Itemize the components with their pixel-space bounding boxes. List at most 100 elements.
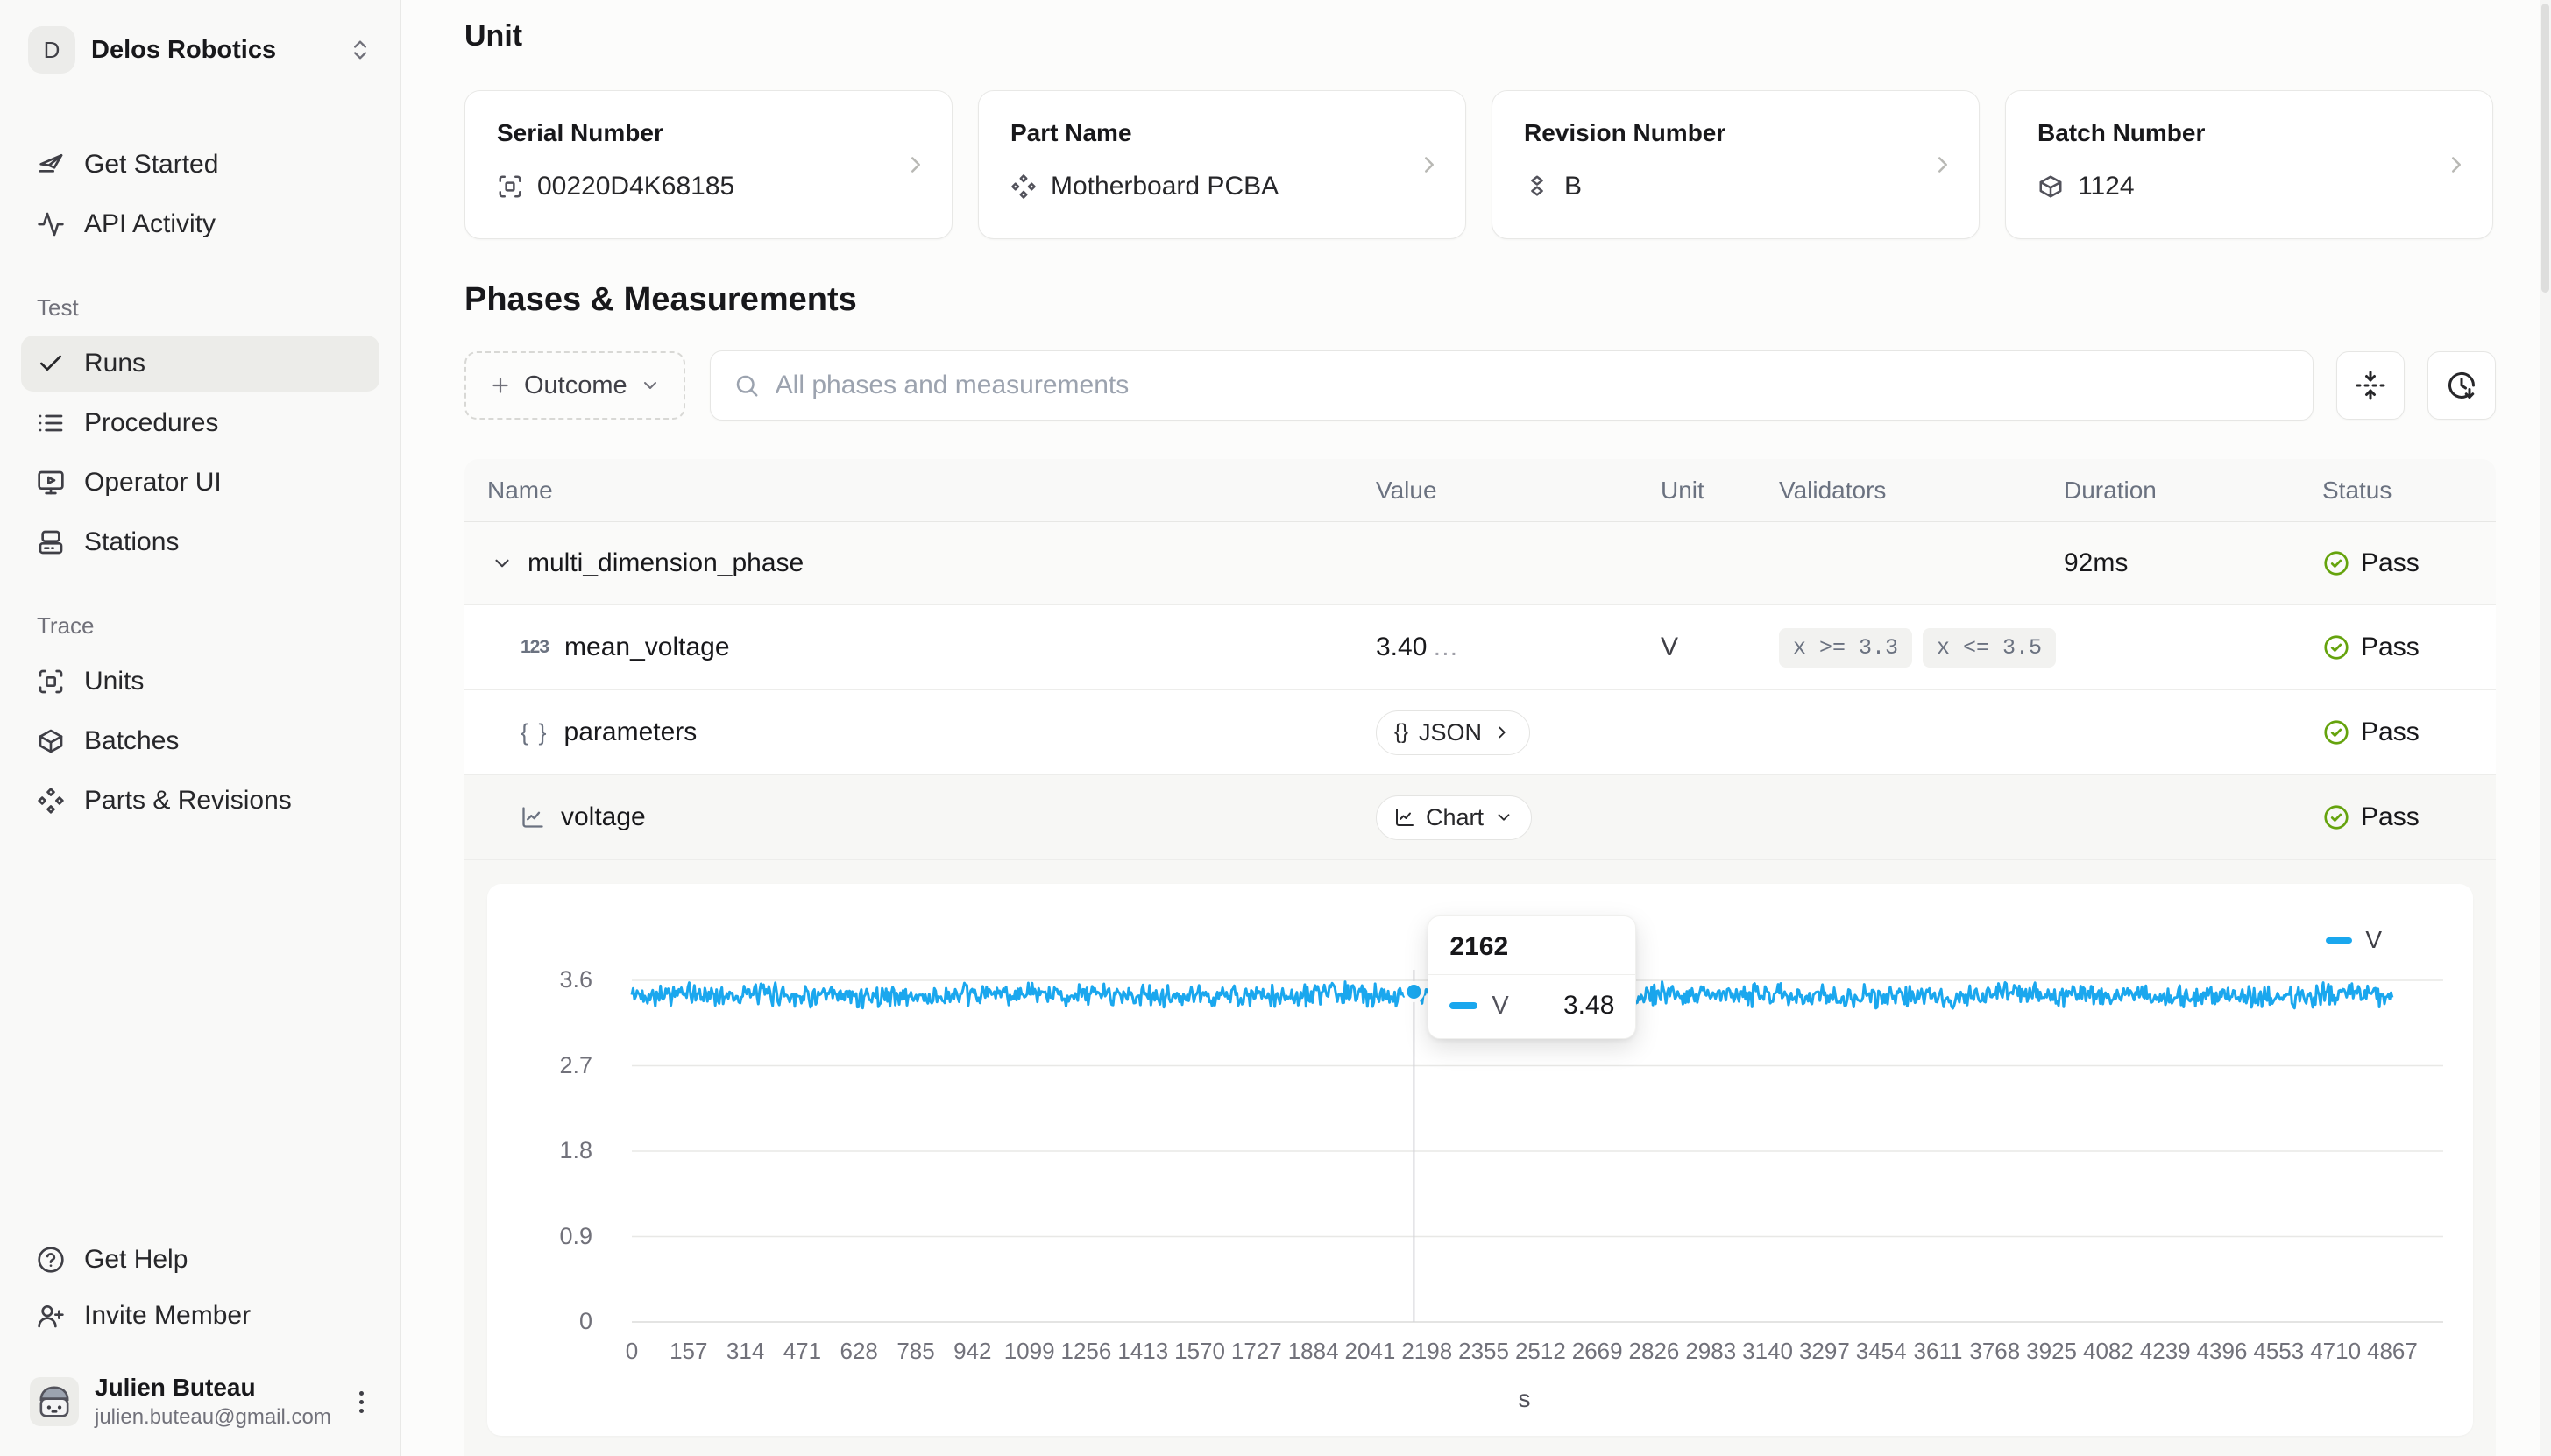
- x-tick-label: 1570: [1174, 1338, 1225, 1365]
- revision-icon: [1524, 173, 1550, 200]
- scrollbar-thumb[interactable]: [2541, 4, 2549, 293]
- sidebar-item-invite-member[interactable]: Invite Member: [21, 1288, 379, 1344]
- card-serial-number[interactable]: Serial Number 00220D4K68185: [464, 90, 953, 239]
- x-tick-label: 4082: [2083, 1338, 2134, 1365]
- sidebar-item-label: Get Started: [84, 150, 218, 180]
- clock-arrow-down-icon: [2446, 370, 2477, 401]
- card-batch-number[interactable]: Batch Number 1124: [2005, 90, 2493, 239]
- collapse-all-button[interactable]: [2336, 351, 2405, 420]
- plus-icon: [489, 374, 512, 397]
- table-row-multi-dimension-phase[interactable]: multi_dimension_phase 92ms Pass: [464, 522, 2496, 605]
- parts-icon: [37, 787, 65, 815]
- duration-value: 92ms: [2064, 548, 2322, 578]
- sidebar-item-label: Parts & Revisions: [84, 786, 292, 816]
- sidebar-item-batches[interactable]: Batches: [21, 713, 379, 769]
- user-menu[interactable]: Julien Buteau julien.buteau@gmail.com: [21, 1374, 379, 1430]
- sidebar-item-api-activity[interactable]: API Activity: [21, 196, 379, 252]
- measurement-value: 3.40: [1376, 633, 1427, 661]
- tooltip-x-value: 2162: [1428, 916, 1635, 975]
- chevron-right-icon: [1492, 723, 1512, 742]
- phase-name: multi_dimension_phase: [528, 548, 804, 578]
- org-switcher[interactable]: D Delos Robotics: [21, 26, 379, 74]
- card-value-text: 1124: [2078, 172, 2135, 201]
- card-title: Part Name: [1010, 119, 1434, 147]
- avatar: [30, 1377, 79, 1426]
- fold-vertical-icon: [2355, 370, 2386, 401]
- sidebar-item-operator-ui[interactable]: Operator UI: [21, 455, 379, 511]
- card-title: Revision Number: [1524, 119, 1947, 147]
- search-input[interactable]: [776, 371, 2290, 400]
- circle-check-icon: [2322, 633, 2350, 661]
- pill-label: JSON: [1419, 719, 1482, 746]
- sidebar-item-procedures[interactable]: Procedures: [21, 395, 379, 451]
- tooltip-series-swatch: [1449, 1002, 1477, 1009]
- sidebar-item-label: Batches: [84, 726, 179, 756]
- unit-value: V: [1661, 633, 1779, 662]
- card-title: Serial Number: [497, 119, 920, 147]
- monitor-play-icon: [37, 469, 65, 497]
- outcome-filter-button[interactable]: Outcome: [464, 351, 685, 420]
- chart-legend: V: [2326, 926, 2382, 954]
- circle-check-icon: [2322, 718, 2350, 746]
- measurement-name: mean_voltage: [564, 633, 729, 662]
- scan-icon: [37, 668, 65, 696]
- x-tick-label: 0: [626, 1338, 638, 1365]
- numeric-measurement-icon: 123: [521, 637, 549, 658]
- main-content: Unit Serial Number 00220D4K68185 Part Na…: [402, 0, 2551, 1456]
- outcome-filter-label: Outcome: [524, 371, 627, 400]
- page-title: Unit: [464, 19, 2497, 53]
- card-value-text: 00220D4K68185: [537, 172, 734, 201]
- user-meta: Julien Buteau julien.buteau@gmail.com: [95, 1374, 331, 1430]
- sidebar-item-get-started[interactable]: Get Started: [21, 137, 379, 193]
- x-tick-label: 628: [840, 1338, 878, 1365]
- x-axis-title: s: [1519, 1385, 1531, 1413]
- chart-pill-button[interactable]: Chart: [1376, 795, 1532, 840]
- sidebar-item-label: Units: [84, 667, 144, 696]
- kebab-menu-icon[interactable]: [352, 1384, 371, 1420]
- card-revision-number[interactable]: Revision Number B: [1492, 90, 1980, 239]
- x-tick-label: 2355: [1458, 1338, 1509, 1365]
- table-row-parameters[interactable]: { } parameters {} JSON Pass: [464, 690, 2496, 775]
- history-button[interactable]: [2427, 351, 2496, 420]
- braces-icon: { }: [521, 719, 549, 746]
- sidebar-item-stations[interactable]: Stations: [21, 514, 379, 570]
- status-badge: Pass: [2361, 802, 2420, 832]
- sidebar-item-units[interactable]: Units: [21, 654, 379, 710]
- y-tick-label: 0: [514, 1308, 592, 1335]
- x-tick-label: 3925: [2026, 1338, 2077, 1365]
- parts-icon: [1010, 173, 1037, 200]
- sidebar-item-label: Procedures: [84, 408, 218, 438]
- table-row-mean-voltage[interactable]: 123 mean_voltage 3.40… V x >= 3.3 x <= 3…: [464, 605, 2496, 690]
- sidebar-item-get-help[interactable]: Get Help: [21, 1232, 379, 1288]
- x-tick-label: 157: [670, 1338, 707, 1365]
- measurement-name: parameters: [564, 717, 698, 747]
- x-tick-label: 314: [726, 1338, 764, 1365]
- org-avatar: D: [28, 26, 75, 74]
- chevron-down-icon: [1494, 808, 1513, 827]
- chevron-down-icon[interactable]: [491, 552, 514, 575]
- status-badge: Pass: [2361, 717, 2420, 747]
- search-icon: [733, 372, 760, 399]
- card-value-text: Motherboard PCBA: [1051, 172, 1279, 201]
- chevron-down-icon: [640, 375, 661, 396]
- vertical-scrollbar[interactable]: [2540, 0, 2551, 1456]
- chevron-right-icon: [1416, 152, 1442, 178]
- card-part-name[interactable]: Part Name Motherboard PCBA: [978, 90, 1466, 239]
- json-pill-button[interactable]: {} JSON: [1376, 710, 1530, 755]
- user-plus-icon: [37, 1302, 65, 1330]
- sidebar-nav: Get Started API Activity Test Runs Proce…: [21, 137, 379, 829]
- sidebar-item-parts-revisions[interactable]: Parts & Revisions: [21, 773, 379, 829]
- voltage-chart[interactable]: V 2162 V 3.48 00.91.82.73.60157314471628…: [487, 884, 2473, 1436]
- table-row-voltage[interactable]: voltage Chart Pass: [464, 775, 2496, 860]
- x-tick-label: 3454: [1856, 1338, 1907, 1365]
- phases-table: Name Value Unit Validators Duration Stat…: [464, 459, 2496, 1456]
- sidebar-item-label: Operator UI: [84, 468, 222, 498]
- user-name: Julien Buteau: [95, 1374, 331, 1402]
- help-circle-icon: [37, 1246, 65, 1274]
- x-tick-label: 471: [783, 1338, 821, 1365]
- x-tick-label: 4396: [2197, 1338, 2248, 1365]
- x-tick-label: 942: [953, 1338, 991, 1365]
- sidebar-item-runs[interactable]: Runs: [21, 336, 379, 392]
- x-tick-label: 785: [896, 1338, 934, 1365]
- check-icon: [37, 350, 65, 378]
